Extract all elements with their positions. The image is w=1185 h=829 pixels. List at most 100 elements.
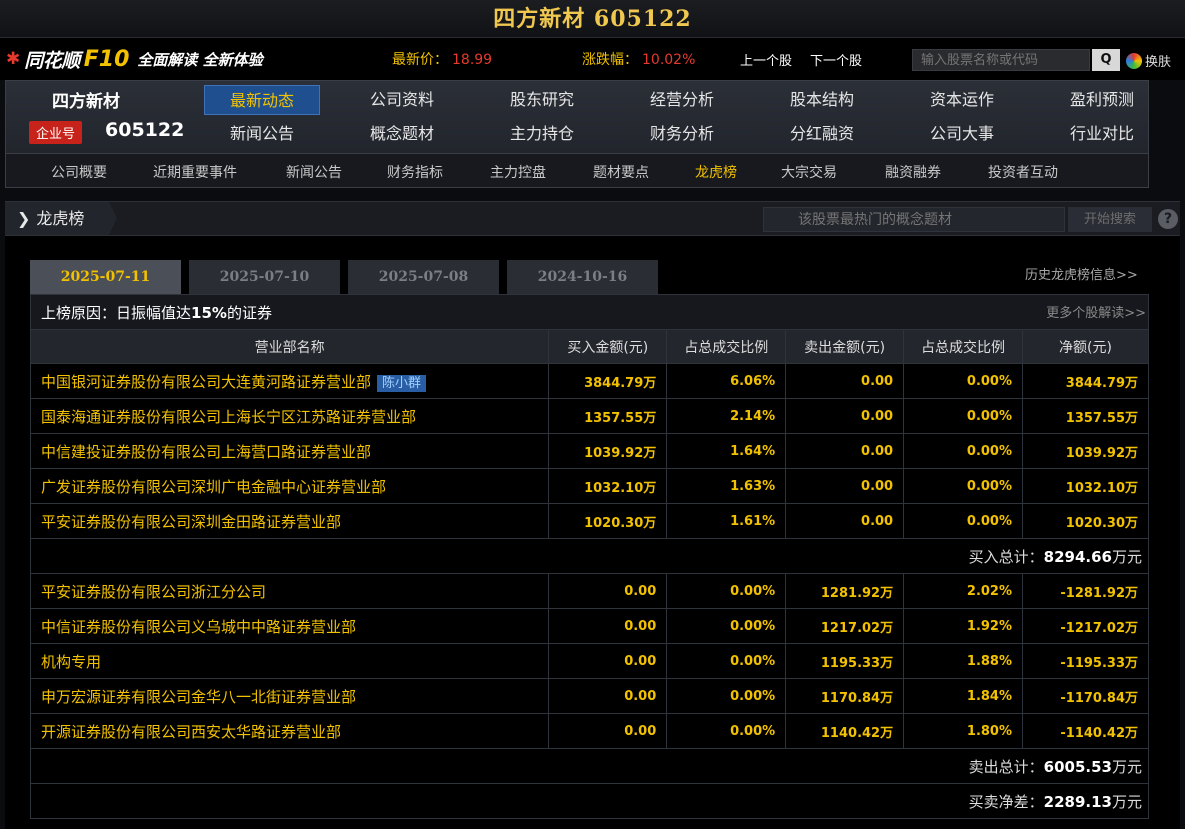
subnav-recent-events[interactable]: 近期重要事件 xyxy=(153,162,237,182)
buy-amount: 0.00 xyxy=(548,573,668,609)
menu-main-holdings[interactable]: 主力持仓 xyxy=(484,119,600,149)
net-amount: -1195.33万 xyxy=(1022,643,1149,679)
stock-name: 四方新材 xyxy=(52,92,120,112)
subnav-financial-index[interactable]: 财务指标 xyxy=(387,162,443,182)
skin-button[interactable]: 换肤 xyxy=(1126,51,1171,70)
ths-logo-icon: ✱ xyxy=(6,49,21,69)
menu-announcements[interactable]: 新闻公告 xyxy=(204,119,320,149)
subnav-investor-qa[interactable]: 投资者互动 xyxy=(988,162,1058,182)
branch-name[interactable]: 中国银河证券股份有限公司大连黄河路证券营业部 陈小群 xyxy=(29,363,550,399)
history-link[interactable]: 历史龙虎榜信息>> xyxy=(1025,264,1138,283)
branch-name[interactable]: 中信证券股份有限公司义乌城中中路证券营业部 xyxy=(29,608,550,644)
reason-label: 上榜原因： xyxy=(41,303,117,322)
branch-name[interactable]: 国泰海通证券股份有限公司上海长宁区江苏路证券营业部 xyxy=(29,398,550,434)
sell-rows: 平安证券股份有限公司浙江分公司 0.00 0.00% 1281.92万 2.02% -12… xyxy=(29,573,1149,749)
buy-amount: 1032.10万 xyxy=(548,468,668,504)
table-row: 中信建投证券股份有限公司上海营口路证券营业部 1039.92万 1.64% 0.00 0… xyxy=(29,433,1149,469)
buy-amount: 0.00 xyxy=(548,643,668,679)
sub-nav: 公司概要 近期重要事件 新闻公告 财务指标 主力控盘 题材要点 龙虎榜 大宗交易… xyxy=(6,153,1148,187)
tab-date-4[interactable]: 2024-10-16 xyxy=(507,260,658,294)
buy-ratio: 1.64% xyxy=(666,433,787,469)
logo[interactable]: ✱ 同花顺 F10 全面解读 全新体验 xyxy=(0,46,392,73)
net-amount: 3844.79万 xyxy=(1022,363,1149,399)
menu-events[interactable]: 公司大事 xyxy=(904,119,1020,149)
buy-total-value: 8294.66 xyxy=(1043,547,1112,566)
branch-name[interactable]: 开源证券股份有限公司西安太华路证券营业部 xyxy=(29,713,550,749)
menu-profit-forecast[interactable]: 盈利预测 xyxy=(1044,85,1160,115)
stock-search-input[interactable] xyxy=(912,49,1090,71)
branch-name[interactable]: 平安证券股份有限公司深圳金田路证券营业部 xyxy=(29,503,550,539)
sell-amount: 1217.02万 xyxy=(785,608,905,644)
menu-industry-compare[interactable]: 行业对比 xyxy=(1044,119,1160,149)
branch-name[interactable]: 中信建投证券股份有限公司上海营口路证券营业部 xyxy=(29,433,550,469)
net-amount: 1039.92万 xyxy=(1022,433,1149,469)
branch-name-text: 平安证券股份有限公司浙江分公司 xyxy=(41,582,267,601)
col-sell-pct: 占总成交比例 xyxy=(903,329,1024,364)
help-icon[interactable]: ? xyxy=(1158,209,1178,229)
section-bar: ❯ 龙虎榜 开始搜索 ? xyxy=(5,201,1180,236)
net-amount: 1357.55万 xyxy=(1022,398,1149,434)
col-sell: 卖出金额(元) xyxy=(785,329,905,364)
price-value: 18.99 xyxy=(452,52,493,68)
table-row: 中信证券股份有限公司义乌城中中路证券营业部 0.00 0.00% 1217.02万 1.… xyxy=(29,608,1149,644)
subnav-block-trade[interactable]: 大宗交易 xyxy=(781,162,837,182)
top-bar: ✱ 同花顺 F10 全面解读 全新体验 最新价： 18.99 涨跌幅： 10.02%… xyxy=(0,38,1185,80)
start-search-button[interactable]: 开始搜索 xyxy=(1068,207,1152,232)
menu-company-info[interactable]: 公司资料 xyxy=(344,85,460,115)
table-row: 平安证券股份有限公司深圳金田路证券营业部 1020.30万 1.61% 0.00 0.0… xyxy=(29,503,1149,539)
branch-name[interactable]: 机构专用 xyxy=(29,643,550,679)
menu-operations[interactable]: 经营分析 xyxy=(624,85,740,115)
branch-name[interactable]: 申万宏源证券有限公司金华八一北街证券营业部 xyxy=(29,678,550,714)
buy-total-row: 买入总计：8294.66万元 xyxy=(30,538,1149,574)
branch-name-text: 中信证券股份有限公司义乌城中中路证券营业部 xyxy=(41,617,357,636)
branch-name-text: 平安证券股份有限公司深圳金田路证券营业部 xyxy=(41,512,342,531)
tab-date-3[interactable]: 2025-07-08 xyxy=(348,260,499,294)
tab-date-2[interactable]: 2025-07-10 xyxy=(189,260,340,294)
sell-amount: 0.00 xyxy=(785,363,905,399)
more-analysis-link[interactable]: 更多个股解读>> xyxy=(1046,302,1146,321)
stock-code: 605122 xyxy=(105,119,185,141)
stock-info: 四方新材 企业号 605122 xyxy=(6,81,191,151)
subnav-margin[interactable]: 融资融券 xyxy=(885,162,941,182)
brand-name: 同花顺 xyxy=(24,49,80,72)
section-title-text: 龙虎榜 xyxy=(36,209,85,228)
menu-shareholder[interactable]: 股东研究 xyxy=(484,85,600,115)
prev-stock-button[interactable]: 上一个股 xyxy=(740,50,792,69)
subnav-news[interactable]: 新闻公告 xyxy=(286,162,342,182)
menu-latest-news[interactable]: 最新动态 xyxy=(204,85,320,115)
chevron-right-icon: ❯ xyxy=(17,209,31,228)
branch-name[interactable]: 平安证券股份有限公司浙江分公司 xyxy=(29,573,550,609)
col-buy-pct: 占总成交比例 xyxy=(666,329,787,364)
menu-dividend[interactable]: 分红融资 xyxy=(764,119,880,149)
menu-concepts[interactable]: 概念题材 xyxy=(344,119,460,149)
subnav-overview[interactable]: 公司概要 xyxy=(51,162,107,182)
sell-amount: 0.00 xyxy=(785,503,905,539)
branch-name-text: 开源证券股份有限公司西安太华路证券营业部 xyxy=(41,722,342,741)
subnav-main-control[interactable]: 主力控盘 xyxy=(490,162,546,182)
subnav-dragon-tiger[interactable]: 龙虎榜 xyxy=(695,162,737,182)
concept-search-input[interactable] xyxy=(763,207,1065,232)
menu-financial[interactable]: 财务分析 xyxy=(624,119,740,149)
branch-name-text: 机构专用 xyxy=(41,652,102,671)
sell-ratio: 0.00% xyxy=(903,398,1024,434)
col-net: 净额(元) xyxy=(1022,329,1149,364)
buy-total-label: 买入总计： xyxy=(968,547,1044,566)
branch-name-text: 国泰海通证券股份有限公司上海长宁区江苏路证券营业部 xyxy=(41,407,417,426)
branch-name-text: 广发证券股份有限公司深圳广电金融中心证券营业部 xyxy=(41,477,387,496)
sell-ratio: 1.80% xyxy=(903,713,1024,749)
search-button[interactable]: Q xyxy=(1092,49,1120,71)
next-stock-button[interactable]: 下一个股 xyxy=(810,50,862,69)
reason-bold: 15% xyxy=(191,303,227,322)
branch-name[interactable]: 广发证券股份有限公司深圳广电金融中心证券营业部 xyxy=(29,468,550,504)
buy-ratio: 1.61% xyxy=(666,503,787,539)
menu-capital-ops[interactable]: 资本运作 xyxy=(904,85,1020,115)
tab-date-1[interactable]: 2025-07-11 xyxy=(30,260,181,294)
subnav-theme-points[interactable]: 题材要点 xyxy=(593,162,649,182)
trader-tag[interactable]: 陈小群 xyxy=(377,374,427,392)
menu-capital-structure[interactable]: 股本结构 xyxy=(764,85,880,115)
sell-total-unit: 万元 xyxy=(1111,757,1142,776)
enterprise-badge[interactable]: 企业号 xyxy=(29,121,83,144)
net-amount: -1217.02万 xyxy=(1022,608,1149,644)
net-amount: -1281.92万 xyxy=(1022,573,1149,609)
table-row: 机构专用 0.00 0.00% 1195.33万 1.88% -1195.33万 xyxy=(29,643,1149,679)
